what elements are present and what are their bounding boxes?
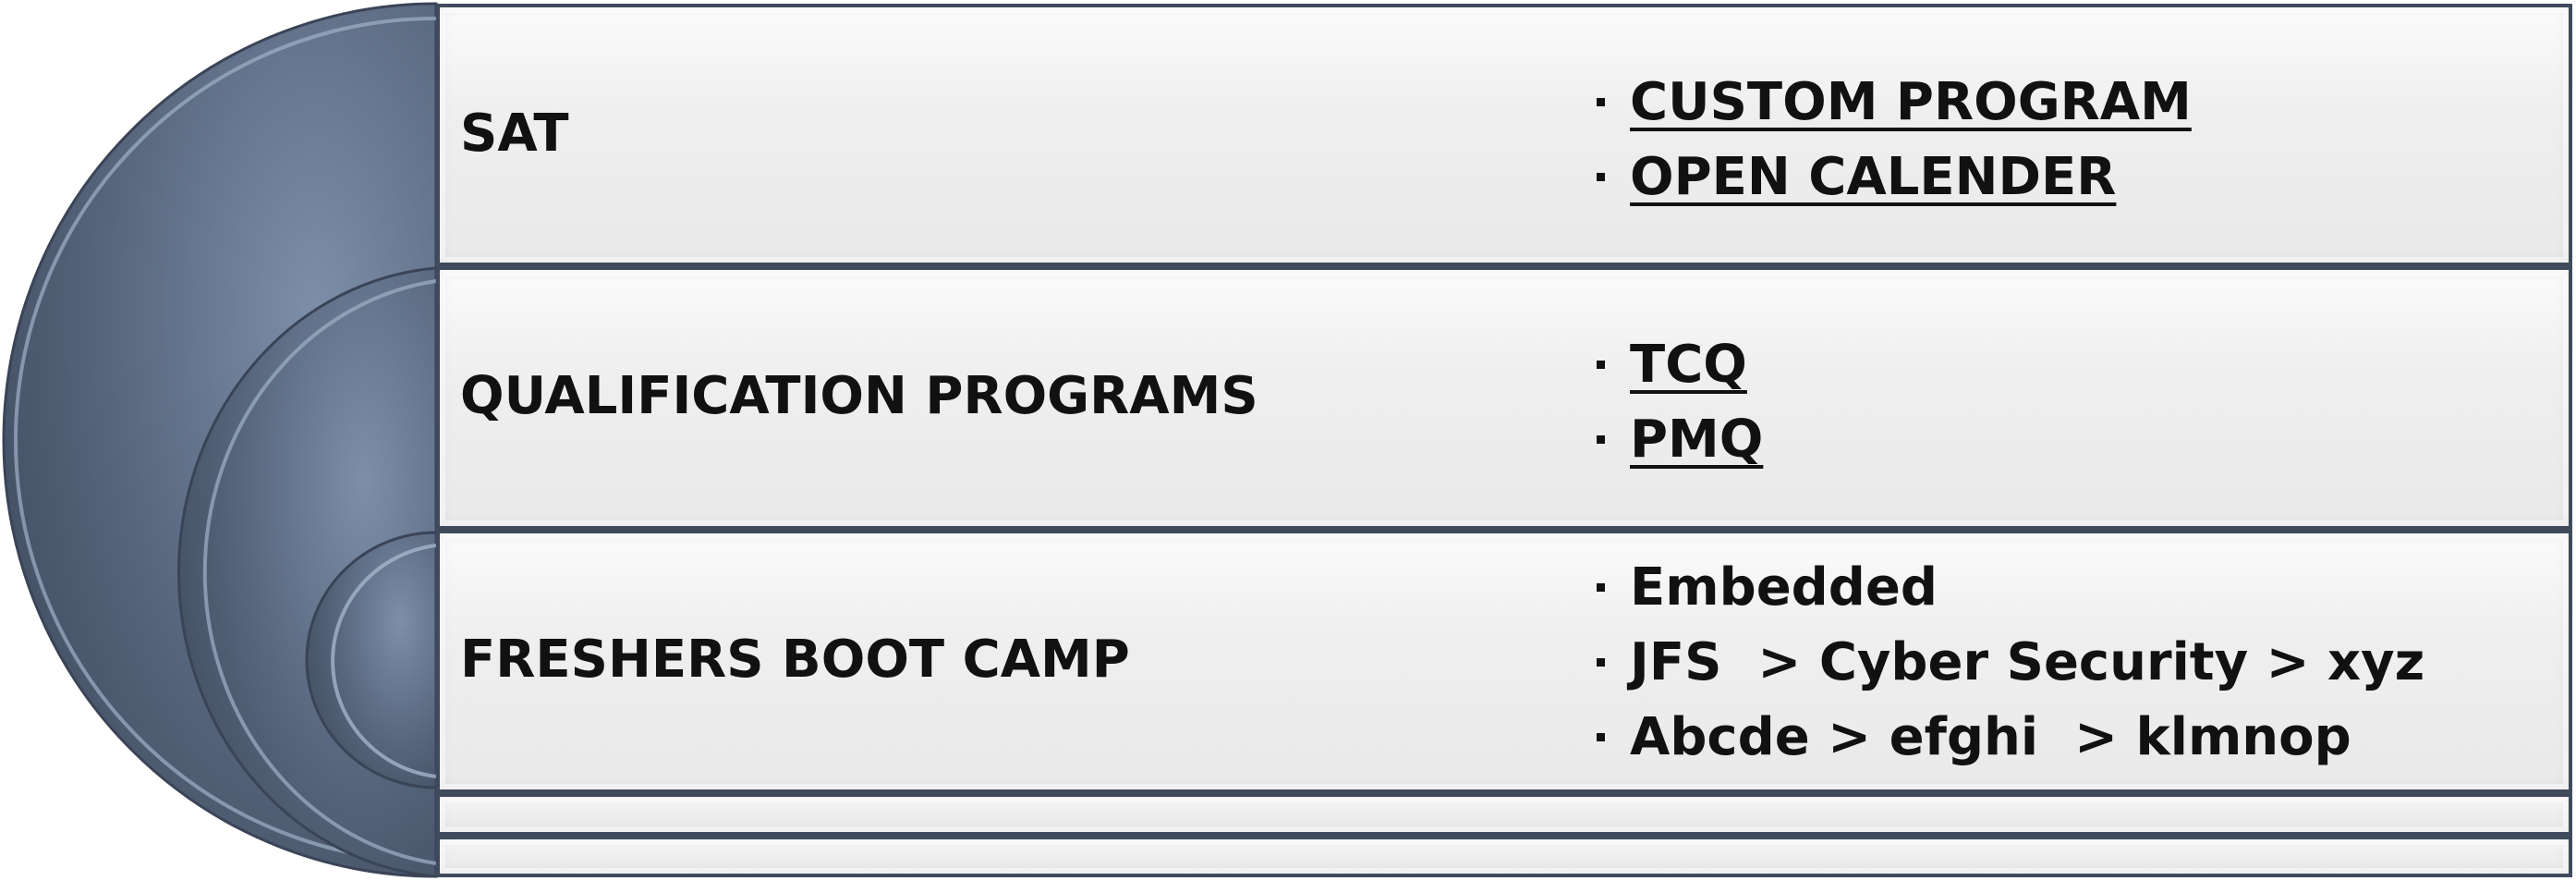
list-item: Abcde > efghi > klmnop xyxy=(1593,700,2424,775)
row-title: SAT xyxy=(460,104,569,164)
item-list: TCQ PMQ xyxy=(1593,327,1763,477)
empty-row xyxy=(436,836,2572,877)
row-title: QUALIFICATION PROGRAMS xyxy=(460,366,1258,426)
item-list: Embedded JFS > Cyber Security > xyz Abcd… xyxy=(1593,550,2424,775)
list-item: JFS > Cyber Security > xyz xyxy=(1593,625,2424,700)
row-qualification-programs: QUALIFICATION PROGRAMS TCQ PMQ xyxy=(436,266,2572,530)
stacked-list-diagram: SAT CUSTOM PROGRAM OPEN CALENDER QUALIFI… xyxy=(0,0,2576,881)
list-item[interactable]: PMQ xyxy=(1593,402,1763,477)
list-item[interactable]: CUSTOM PROGRAM xyxy=(1593,65,2192,140)
empty-row xyxy=(436,793,2572,836)
list-item[interactable]: OPEN CALENDER xyxy=(1593,140,2192,214)
row-title: FRESHERS BOOT CAMP xyxy=(460,630,1130,690)
list-item: Embedded xyxy=(1593,550,2424,625)
link-tcq[interactable]: TCQ xyxy=(1630,335,1747,395)
link-pmq[interactable]: PMQ xyxy=(1630,410,1763,470)
list-item[interactable]: TCQ xyxy=(1593,327,1763,402)
link-custom-program[interactable]: CUSTOM PROGRAM xyxy=(1630,72,2192,132)
row-sat: SAT CUSTOM PROGRAM OPEN CALENDER xyxy=(436,4,2572,266)
arc-decoration xyxy=(2,2,438,878)
item-list: CUSTOM PROGRAM OPEN CALENDER xyxy=(1593,65,2192,214)
row-freshers-boot-camp: FRESHERS BOOT CAMP Embedded JFS > Cyber … xyxy=(436,530,2572,793)
link-open-calender[interactable]: OPEN CALENDER xyxy=(1630,147,2116,207)
